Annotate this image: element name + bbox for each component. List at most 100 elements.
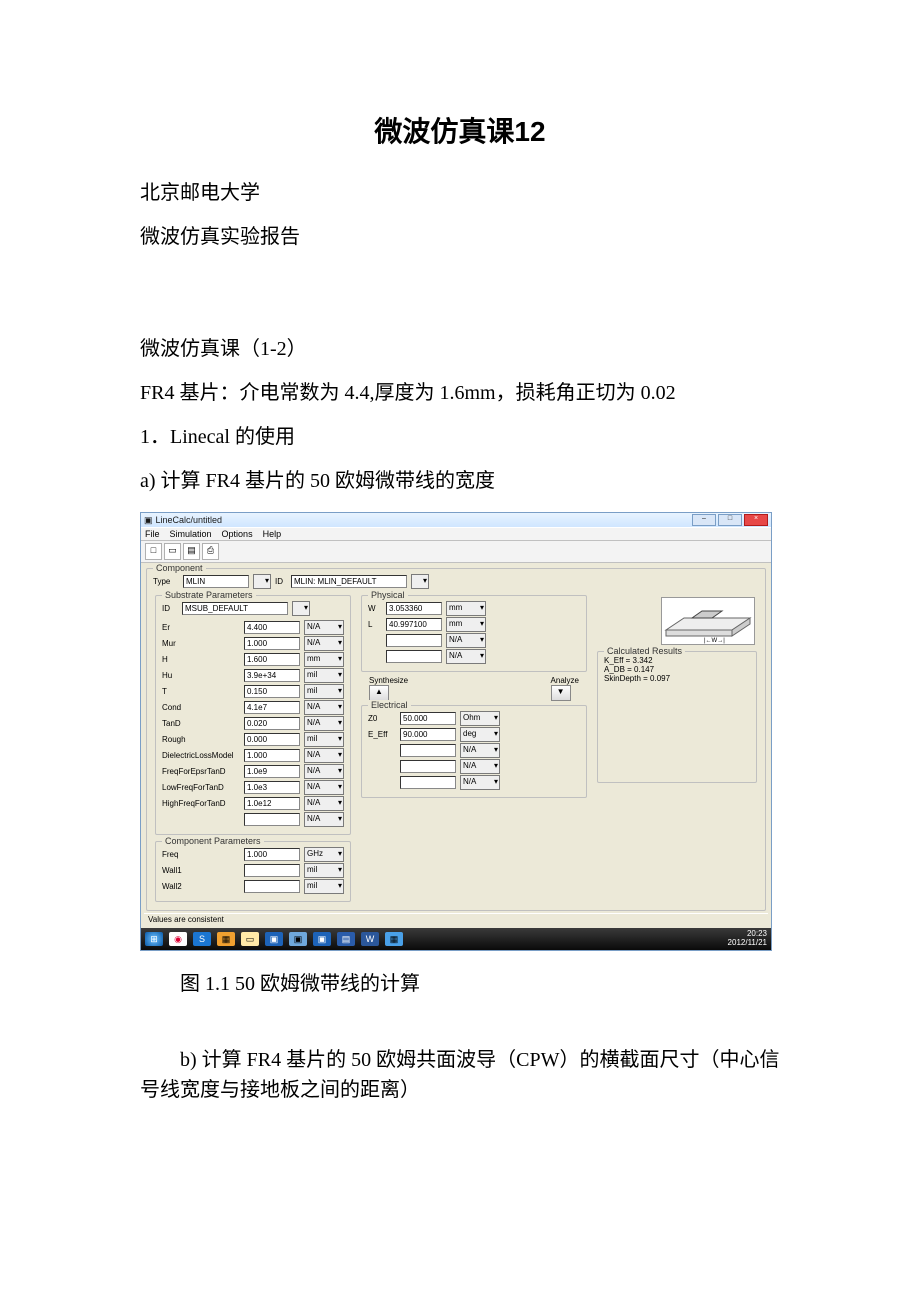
taskbar-app-icon[interactable]: ▣ bbox=[289, 932, 307, 946]
param-unit-select[interactable]: mm bbox=[446, 601, 486, 616]
param-input[interactable]: 4.1e7 bbox=[244, 701, 300, 714]
id-input[interactable]: MLIN: MLIN_DEFAULT bbox=[291, 575, 407, 588]
param-input[interactable] bbox=[400, 776, 456, 789]
param-row: Z050.000Ohm bbox=[368, 711, 580, 726]
param-unit-select[interactable]: N/A bbox=[304, 700, 344, 715]
param-row: Mur 1.000 N/A bbox=[162, 636, 344, 651]
param-unit-select[interactable]: N/A bbox=[446, 633, 486, 648]
param-input[interactable]: 1.000 bbox=[244, 848, 300, 861]
param-unit-select[interactable]: N/A bbox=[460, 775, 500, 790]
taskbar-folder-icon[interactable]: ▦ bbox=[217, 932, 235, 946]
taskbar-browser-icon[interactable]: S bbox=[193, 932, 211, 946]
start-button[interactable]: ⊞ bbox=[145, 932, 163, 946]
param-unit-select[interactable]: mil bbox=[304, 863, 344, 878]
param-unit-select[interactable]: mil bbox=[304, 732, 344, 747]
taskbar-app-icon[interactable]: ▦ bbox=[385, 932, 403, 946]
param-unit-select[interactable]: Ohm bbox=[460, 711, 500, 726]
body-item-b: b) 计算 FR4 基片的 50 欧姆共面波导（CPW）的横截面尺寸（中心信号线… bbox=[140, 1045, 780, 1105]
param-unit-select[interactable]: mm bbox=[304, 652, 344, 667]
taskbar-app-icon[interactable]: ▣ bbox=[265, 932, 283, 946]
taskbar-word-icon[interactable]: W bbox=[361, 932, 379, 946]
taskbar-app-icon[interactable]: ▤ bbox=[337, 932, 355, 946]
taskbar-app-icon[interactable]: ▣ bbox=[313, 932, 331, 946]
param-input[interactable]: 40.997100 bbox=[386, 618, 442, 631]
app-icon: ▣ bbox=[144, 515, 153, 526]
param-unit-select[interactable]: N/A bbox=[304, 764, 344, 779]
param-unit-select[interactable]: N/A bbox=[446, 649, 486, 664]
window-close-button[interactable]: × bbox=[744, 514, 768, 526]
param-input[interactable]: 0.000 bbox=[244, 733, 300, 746]
param-label: L bbox=[368, 620, 382, 629]
synthesize-button[interactable]: ▲ bbox=[369, 685, 389, 701]
param-unit-select[interactable]: GHz bbox=[304, 847, 344, 862]
toolbar-new-button[interactable]: □ bbox=[145, 543, 162, 560]
param-label: Mur bbox=[162, 639, 240, 648]
window-title: LineCalc/untitled bbox=[156, 515, 223, 525]
param-input[interactable]: 1.0e3 bbox=[244, 781, 300, 794]
param-input[interactable]: 1.0e12 bbox=[244, 797, 300, 810]
toolbar-print-button[interactable]: ⎙ bbox=[202, 543, 219, 560]
param-unit-select[interactable]: deg bbox=[460, 727, 500, 742]
menu-file[interactable]: File bbox=[145, 529, 160, 539]
param-input[interactable] bbox=[400, 744, 456, 757]
taskbar-explorer-icon[interactable]: ▭ bbox=[241, 932, 259, 946]
window-minimize-button[interactable]: – bbox=[692, 514, 716, 526]
body-section-1: 1．Linecal 的使用 bbox=[140, 422, 780, 452]
param-row: TanD0.020N/A bbox=[162, 716, 344, 731]
param-input[interactable] bbox=[244, 880, 300, 893]
menu-help[interactable]: Help bbox=[263, 529, 282, 539]
param-unit-select[interactable]: N/A bbox=[304, 716, 344, 731]
param-unit-select[interactable]: mil bbox=[304, 668, 344, 683]
param-unit-select[interactable]: mil bbox=[304, 879, 344, 894]
param-input[interactable]: 0.150 bbox=[244, 685, 300, 698]
param-input[interactable]: 1.0e9 bbox=[244, 765, 300, 778]
body-spec: FR4 基片：介电常数为 4.4,厚度为 1.6mm，损耗角正切为 0.02 bbox=[140, 378, 780, 408]
param-input[interactable]: 90.000 bbox=[400, 728, 456, 741]
param-input[interactable]: 1.000 bbox=[244, 749, 300, 762]
param-input[interactable]: 3.9e+34 bbox=[244, 669, 300, 682]
param-input[interactable]: 1.000 bbox=[244, 637, 300, 650]
param-unit-select[interactable]: N/A bbox=[304, 780, 344, 795]
param-row: L 40.997100 mm bbox=[368, 617, 580, 632]
param-input[interactable] bbox=[244, 864, 300, 877]
substrate-id-input[interactable]: MSUB_DEFAULT bbox=[182, 602, 288, 615]
param-unit-select[interactable]: N/A bbox=[304, 620, 344, 635]
id-label: ID bbox=[275, 577, 287, 586]
id-dropdown[interactable] bbox=[411, 574, 429, 589]
param-label: Cond bbox=[162, 703, 240, 712]
window-maximize-button[interactable]: □ bbox=[718, 514, 742, 526]
param-unit-select[interactable]: mm bbox=[446, 617, 486, 632]
param-unit-select[interactable]: N/A bbox=[460, 759, 500, 774]
menu-options[interactable]: Options bbox=[222, 529, 253, 539]
param-unit-select[interactable]: N/A bbox=[304, 636, 344, 651]
results-group: Calculated Results K_Eff = 3.342 A_DB = … bbox=[597, 651, 757, 783]
param-unit-select[interactable]: mil bbox=[304, 684, 344, 699]
analyze-button[interactable]: ▼ bbox=[551, 685, 571, 701]
param-input[interactable]: 3.053360 bbox=[386, 602, 442, 615]
param-unit-select[interactable]: N/A bbox=[304, 812, 344, 827]
param-unit-select[interactable]: N/A bbox=[304, 796, 344, 811]
toolbar-open-button[interactable]: ▭ bbox=[164, 543, 181, 560]
param-input[interactable] bbox=[386, 634, 442, 647]
param-input[interactable] bbox=[400, 760, 456, 773]
param-unit-select[interactable]: N/A bbox=[304, 748, 344, 763]
param-label: Er bbox=[162, 623, 240, 632]
param-input[interactable] bbox=[244, 813, 300, 826]
param-row: N/A bbox=[368, 743, 580, 758]
param-unit-select[interactable]: N/A bbox=[460, 743, 500, 758]
param-input[interactable] bbox=[386, 650, 442, 663]
menubar: File Simulation Options Help bbox=[141, 527, 771, 541]
menu-simulation[interactable]: Simulation bbox=[170, 529, 212, 539]
type-dropdown[interactable] bbox=[253, 574, 271, 589]
param-input[interactable]: 50.000 bbox=[400, 712, 456, 725]
param-input[interactable]: 1.600 bbox=[244, 653, 300, 666]
type-input[interactable]: MLIN bbox=[183, 575, 249, 588]
param-row: T0.150mil bbox=[162, 684, 344, 699]
toolbar-save-button[interactable]: ▤ bbox=[183, 543, 200, 560]
substrate-id-dropdown[interactable] bbox=[292, 601, 310, 616]
taskbar-chrome-icon[interactable]: ◉ bbox=[169, 932, 187, 946]
param-input[interactable]: 0.020 bbox=[244, 717, 300, 730]
param-input[interactable]: 4.400 bbox=[244, 621, 300, 634]
physical-group: Physical W3.053360mmL40.997100mmN/AN/A bbox=[361, 595, 587, 672]
param-label: DielectricLossModel bbox=[162, 751, 240, 760]
